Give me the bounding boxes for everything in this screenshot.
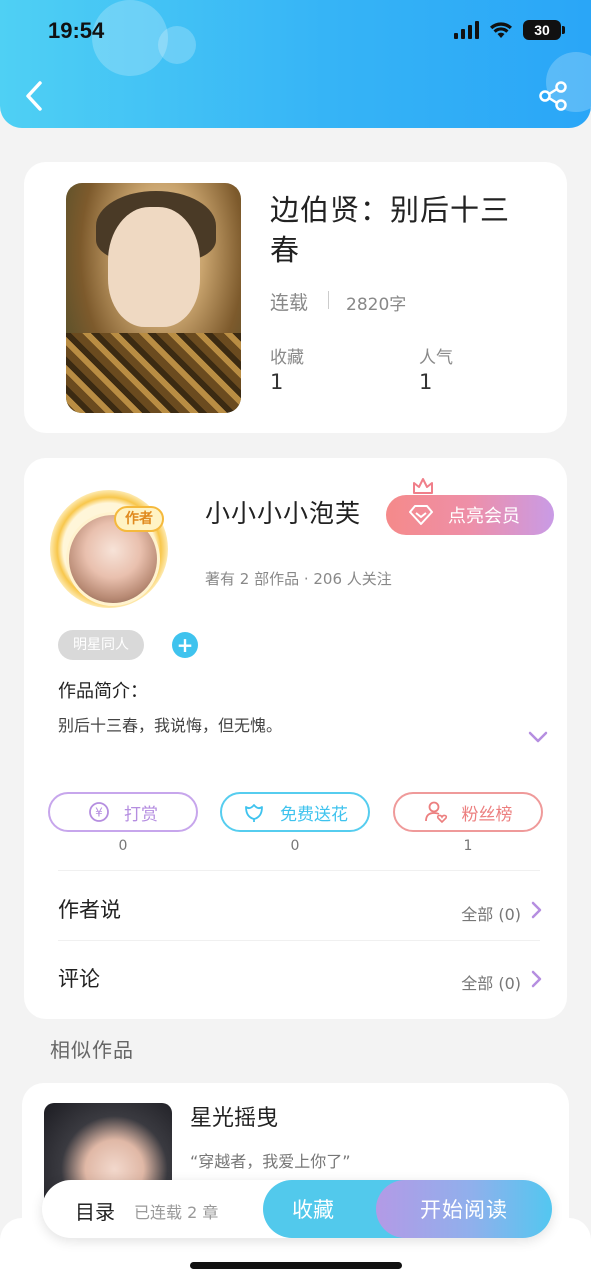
divider: [58, 940, 540, 941]
yuan-coin-icon: ¥: [89, 802, 109, 822]
fans-rank-button[interactable]: 粉丝榜: [393, 792, 543, 832]
divider: [58, 870, 540, 871]
chevron-right-icon[interactable]: [529, 969, 543, 989]
svg-text:¥: ¥: [95, 806, 103, 820]
status-icons: 30: [454, 20, 565, 40]
similar-item-desc: “穿越者，我爱上你了”: [190, 1152, 351, 1171]
chevron-right-icon[interactable]: [529, 900, 543, 920]
signal-icon: [454, 21, 479, 39]
author-badge: 作者: [114, 506, 164, 532]
intro-text: 别后十三春，我说悔，但无愧。: [58, 716, 283, 735]
similar-item-title[interactable]: 星光摇曳: [190, 1100, 278, 1132]
start-reading-button[interactable]: 开始阅读: [376, 1180, 552, 1238]
vip-button[interactable]: 点亮会员: [386, 495, 554, 535]
fans-count: 1: [463, 838, 473, 854]
fans-rank-label: 粉丝榜: [461, 804, 513, 825]
send-flower-label: 免费送花: [280, 804, 348, 825]
genre-tag[interactable]: 明星同人: [58, 630, 144, 660]
wifi-icon: [490, 22, 512, 38]
decor-bubble-small: [158, 26, 196, 64]
status-time: 19:54: [48, 18, 105, 43]
similar-section-title: 相似作品: [50, 1038, 134, 1062]
fan-heart-icon: [424, 801, 447, 824]
diamond-icon: [409, 505, 433, 525]
collect-label: 收藏: [270, 348, 304, 368]
book-title: 边伯贤：别后十三春: [270, 193, 511, 267]
flower-count: 0: [290, 838, 300, 854]
word-count: 2820字: [346, 295, 407, 315]
send-flower-button[interactable]: 免费送花: [220, 792, 370, 832]
home-indicator: [190, 1262, 402, 1269]
chevron-down-icon[interactable]: [527, 729, 549, 745]
collect-value: 1: [270, 370, 284, 394]
reward-count: 0: [118, 838, 128, 854]
author-meta: 著有 2 部作品 · 206 人关注: [205, 570, 392, 588]
table-of-contents-button[interactable]: 目录: [75, 1196, 115, 1225]
divider: [328, 291, 329, 309]
top-header: 19:54 30: [0, 0, 591, 128]
battery-icon: 30: [523, 20, 565, 40]
add-tag-button[interactable]: +: [172, 632, 198, 658]
author-say-label: 作者说: [58, 898, 121, 922]
book-status: 连载: [270, 292, 309, 314]
chapter-count: 已连载 2 章: [134, 1203, 219, 1222]
comments-all[interactable]: 全部 (0): [461, 970, 521, 994]
flower-icon: [245, 804, 263, 822]
share-icon[interactable]: [537, 80, 569, 112]
reward-label: 打赏: [124, 804, 158, 825]
back-icon[interactable]: [20, 78, 48, 114]
crown-icon: [413, 478, 433, 494]
reward-button[interactable]: ¥ 打赏: [48, 792, 198, 832]
author-name[interactable]: 小小小小泡芙: [205, 494, 361, 530]
popularity-value: 1: [419, 370, 433, 394]
vip-button-label: 点亮会员: [448, 506, 520, 527]
intro-label: 作品简介：: [58, 681, 148, 702]
book-cover[interactable]: [66, 183, 241, 413]
comments-label: 评论: [58, 967, 100, 991]
author-say-all[interactable]: 全部 (0): [461, 901, 521, 925]
popularity-label: 人气: [419, 348, 453, 368]
